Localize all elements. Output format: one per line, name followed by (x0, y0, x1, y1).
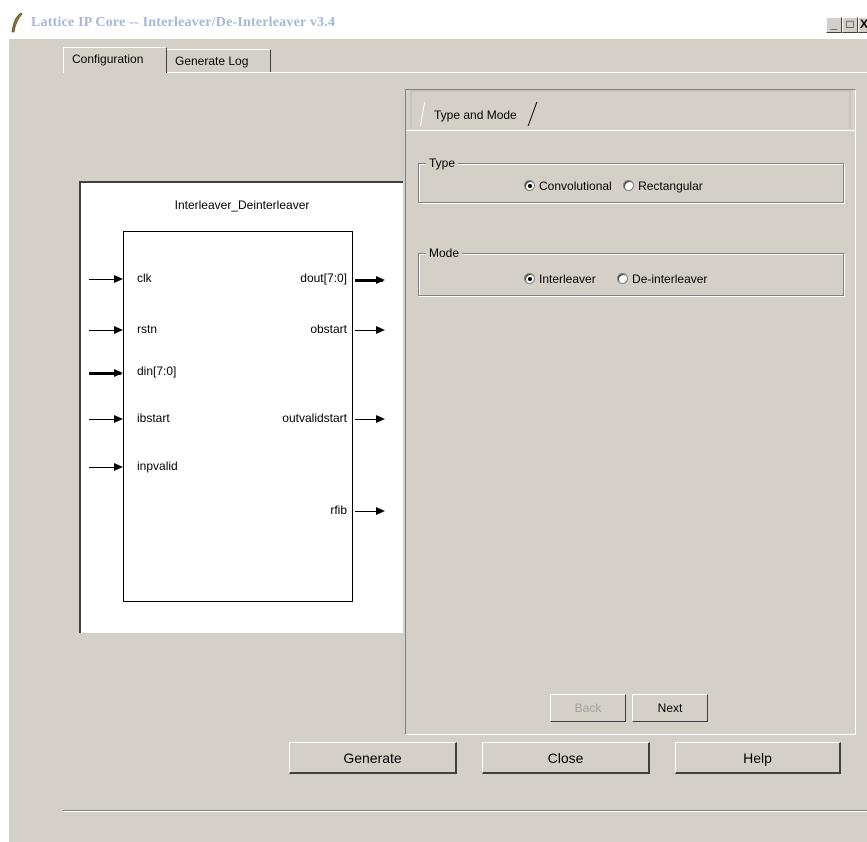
minimize-button[interactable]: _ (826, 17, 842, 33)
pin-arrow-dout (355, 276, 385, 284)
title-bar: Lattice IP Core -- Interleaver/De-Interl… (9, 9, 867, 39)
close-window-button[interactable]: X (858, 17, 867, 33)
pin-arrow-din (89, 369, 123, 377)
radio-rectangular[interactable] (623, 180, 635, 191)
main-tabstrip: Configuration Generate Log (9, 47, 867, 73)
pin-arrow-rfib (355, 507, 385, 515)
maximize-button[interactable]: □ (842, 17, 858, 33)
feather-icon (11, 12, 23, 33)
ip-core-window: Lattice IP Core -- Interleaver/De-Interl… (8, 8, 867, 842)
tab-type-and-mode[interactable]: Type and Mode (424, 100, 544, 128)
configuration-panel: Type and Mode Type Convolutional Rectang… (405, 89, 856, 735)
tab-baseline (63, 72, 867, 73)
pin-arrow-clk (89, 275, 123, 283)
help-button[interactable]: Help (675, 742, 841, 774)
window-title: Lattice IP Core -- Interleaver/De-Interl… (31, 15, 336, 30)
panel-content: Type Convolutional Rectangular Mode Inte… (406, 130, 855, 735)
radio-rectangular-label[interactable]: Rectangular (638, 179, 703, 193)
mode-group-legend: Mode (426, 246, 463, 260)
input-pin-clk: clk (137, 271, 152, 285)
mode-radio-row: Interleaver De-interleaver (524, 272, 715, 286)
radio-convolutional[interactable] (524, 180, 535, 191)
inner-tabstrip: Type and Mode (410, 90, 851, 128)
output-pin-outvalidstart: outvalidstart (282, 411, 347, 425)
tab-generate-log[interactable]: Generate Log (167, 49, 271, 73)
bottom-separator (63, 810, 867, 812)
input-pin-ibstart: ibstart (137, 411, 170, 425)
radio-de-interleaver-label[interactable]: De-interleaver (632, 272, 707, 286)
output-pin-obstart: obstart (310, 322, 347, 336)
input-pin-inpvalid: inpvalid (137, 459, 178, 473)
input-pin-din: din[7:0] (137, 364, 177, 378)
radio-de-interleaver[interactable] (617, 273, 629, 284)
type-group-legend: Type (426, 156, 459, 170)
next-button[interactable]: Next (632, 694, 708, 722)
tab-configuration[interactable]: Configuration (63, 47, 167, 73)
type-radio-row: Convolutional Rectangular (524, 179, 711, 193)
radio-interleaver-label[interactable]: Interleaver (539, 272, 596, 286)
radio-convolutional-label[interactable]: Convolutional (539, 179, 612, 193)
diagram-title: Interleaver_Deinterleaver (174, 198, 310, 212)
pin-arrow-rstn (89, 326, 123, 334)
pin-arrow-ibstart (89, 415, 123, 423)
generate-button[interactable]: Generate (289, 742, 457, 774)
pin-arrow-outvalidstart (355, 415, 385, 423)
pin-arrow-obstart (355, 326, 385, 334)
output-pin-dout: dout[7:0] (300, 271, 347, 285)
output-pin-rfib: rfib (330, 503, 347, 517)
close-button[interactable]: Close (482, 742, 650, 774)
block-diagram: Interleaver_Deinterleaver clk rstn din[7… (79, 181, 403, 633)
back-button[interactable]: Back (550, 694, 626, 722)
input-pin-rstn: rstn (137, 322, 158, 336)
radio-interleaver[interactable] (524, 273, 535, 284)
pin-arrow-inpvalid (89, 463, 123, 471)
